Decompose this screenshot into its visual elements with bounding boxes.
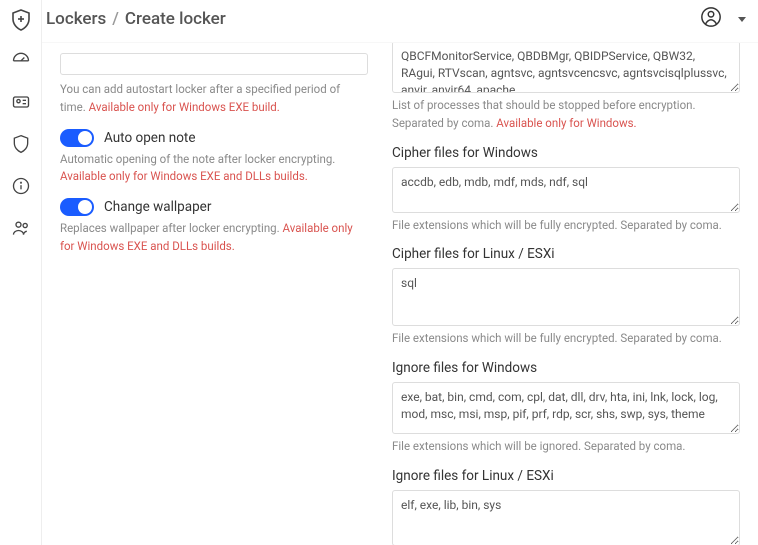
cipher-linux-title: Cipher files for Linux / ESXi (392, 246, 740, 262)
cipher-win-title: Cipher files for Windows (392, 145, 740, 161)
change-wallpaper-label: Change wallpaper (104, 199, 211, 215)
id-card-icon[interactable] (11, 92, 31, 116)
autostart-hint: You can add autostart locker after a spe… (60, 81, 368, 117)
ignore-win-title: Ignore files for Windows (392, 360, 740, 376)
auto-open-note-toggle[interactable] (60, 129, 94, 147)
autostart-input[interactable] (60, 53, 368, 75)
info-icon[interactable] (11, 176, 31, 200)
user-menu-icon[interactable] (700, 6, 722, 32)
kill-list-hint: List of processes that should be stopped… (392, 97, 740, 133)
shield-icon[interactable] (11, 134, 31, 158)
ignore-win-hint: File extensions which will be ignored. S… (392, 438, 740, 456)
breadcrumb-root[interactable]: Lockers (46, 9, 106, 29)
cipher-win-textarea[interactable] (392, 167, 740, 213)
change-wallpaper-hint: Replaces wallpaper after locker encrypti… (60, 220, 368, 256)
shield-plus-icon (9, 8, 33, 32)
kill-list-textarea[interactable] (392, 43, 740, 93)
cipher-win-hint: File extensions which will be fully encr… (392, 217, 740, 235)
cipher-linux-hint: File extensions which will be fully encr… (392, 330, 740, 348)
auto-open-note-label: Auto open note (104, 130, 195, 146)
breadcrumb: Lockers / Create locker (46, 9, 700, 29)
header: Lockers / Create locker (42, 0, 758, 43)
users-icon[interactable] (11, 218, 31, 242)
change-wallpaper-toggle[interactable] (60, 198, 94, 216)
header-dropdown-icon[interactable] (738, 17, 746, 22)
dashboard-icon[interactable] (11, 50, 31, 74)
breadcrumb-sep: / (112, 9, 119, 29)
auto-open-note-hint: Automatic opening of the note after lock… (60, 151, 368, 187)
breadcrumb-leaf: Create locker (125, 9, 226, 29)
ignore-linux-textarea[interactable] (392, 490, 740, 545)
cipher-linux-textarea[interactable] (392, 268, 740, 326)
sidebar (0, 0, 42, 545)
ignore-win-textarea[interactable] (392, 382, 740, 434)
ignore-linux-title: Ignore files for Linux / ESXi (392, 468, 740, 484)
